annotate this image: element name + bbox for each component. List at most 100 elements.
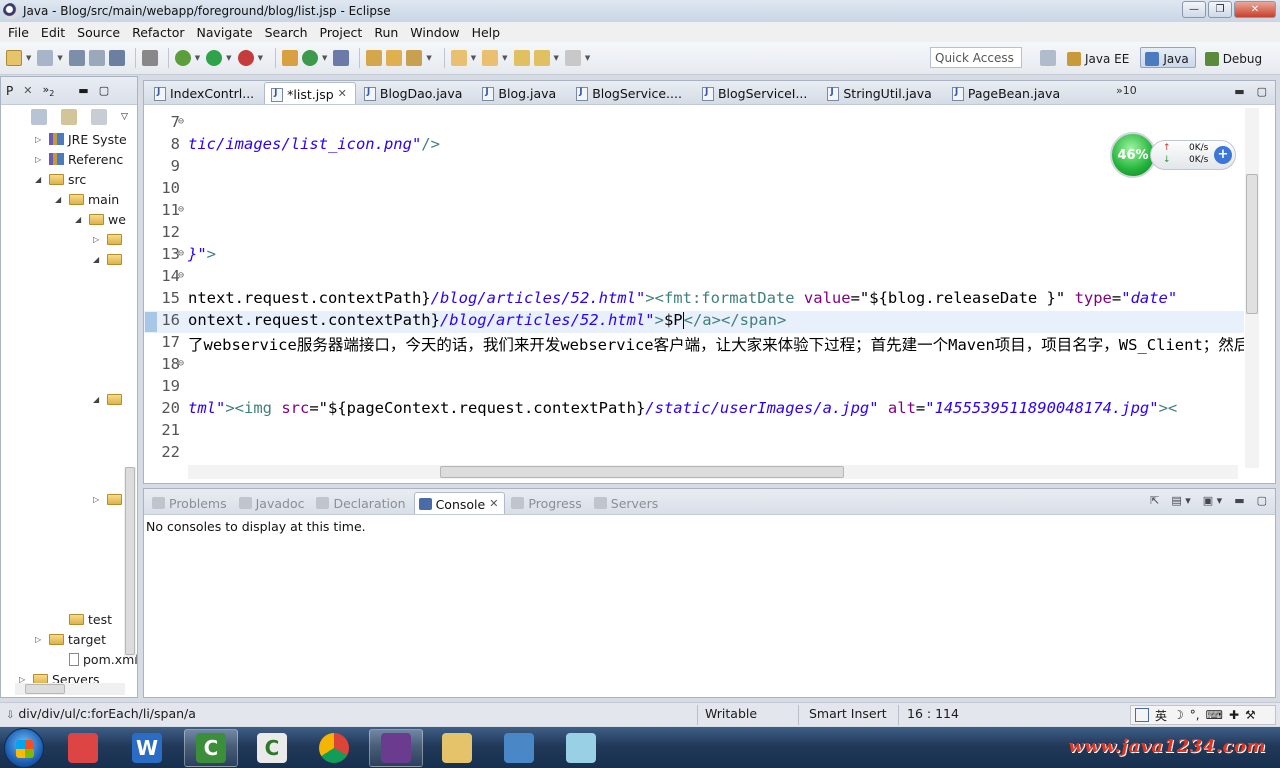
perspective-java-ee[interactable]: Java EE bbox=[1062, 47, 1136, 68]
ime-icon[interactable] bbox=[1135, 708, 1149, 722]
expand-icon[interactable]: ◢ bbox=[35, 175, 45, 184]
restore-button[interactable]: ❐ bbox=[1208, 1, 1232, 18]
open-resource-icon[interactable] bbox=[386, 50, 403, 66]
editor-tab[interactable]: BlogService.... bbox=[570, 82, 690, 104]
skip-breakpoints-icon[interactable] bbox=[141, 50, 158, 66]
ime-button[interactable]: ⌨ bbox=[1206, 708, 1223, 722]
open-perspective-icon[interactable] bbox=[1040, 49, 1056, 66]
menu-edit[interactable]: Edit bbox=[37, 25, 73, 40]
editor-tab[interactable]: IndexContrl... bbox=[148, 82, 262, 104]
code-editor[interactable]: 7 ⊖ 8 tic/images/list_icon.png"/> 9 10 11 ⊖ 12 13… bbox=[144, 106, 1244, 468]
tree-item[interactable]: ◢ bbox=[93, 249, 126, 269]
tree-item[interactable]: test bbox=[55, 609, 112, 629]
editor-tab[interactable]: BlogServiceI... bbox=[696, 82, 815, 104]
menu-refactor[interactable]: Refactor bbox=[128, 25, 192, 40]
start-button[interactable] bbox=[4, 728, 44, 768]
ime-button[interactable]: ☽ bbox=[1173, 708, 1184, 722]
forward-icon[interactable] bbox=[564, 50, 581, 66]
view-tab-progress[interactable]: Progress bbox=[507, 492, 587, 514]
menu-source[interactable]: Source bbox=[73, 25, 128, 40]
tool-app[interactable] bbox=[554, 729, 608, 767]
package-explorer-tab[interactable]: P bbox=[6, 84, 13, 98]
search-icon[interactable] bbox=[406, 50, 423, 66]
run-icon[interactable] bbox=[206, 50, 223, 66]
minimize-button[interactable]: — bbox=[1182, 1, 1206, 18]
color-app[interactable] bbox=[56, 729, 110, 767]
link-editor-icon[interactable] bbox=[61, 109, 77, 125]
fold-icon[interactable]: ⊖ bbox=[178, 248, 184, 259]
menu-file[interactable]: File bbox=[4, 25, 37, 40]
minimize-icon[interactable]: ▬ bbox=[1234, 85, 1244, 98]
tree-item[interactable]: ▷ bbox=[93, 229, 126, 249]
view-tab-javadoc[interactable]: Javadoc bbox=[235, 492, 311, 514]
network-speed-widget[interactable]: 46% ↑ 0K/s ↓ 0K/s + bbox=[1110, 132, 1238, 178]
tree-item[interactable]: ▷ JRE Syste bbox=[35, 129, 127, 149]
pin-console-icon[interactable]: ⇱ bbox=[1150, 494, 1159, 507]
breadcrumb[interactable]: ⇩ div/div/ul/c:forEach/li/span/a bbox=[6, 706, 196, 721]
editor-tab[interactable]: BlogDao.java bbox=[358, 82, 471, 104]
tree-item[interactable]: ▷ Referenc bbox=[35, 149, 123, 169]
fold-icon[interactable]: ⊖ bbox=[178, 270, 184, 281]
last-edit-icon[interactable] bbox=[513, 50, 530, 66]
ime-button[interactable]: ✚ bbox=[1229, 708, 1239, 722]
mysql-app[interactable] bbox=[492, 729, 546, 767]
expand-icon[interactable]: ◢ bbox=[93, 255, 103, 264]
expand-icon[interactable]: ▷ bbox=[35, 635, 45, 644]
maximize-icon[interactable]: ▢ bbox=[1257, 494, 1267, 507]
camtasia-recorder-app[interactable]: C bbox=[245, 729, 299, 767]
save-all-icon[interactable] bbox=[88, 50, 105, 66]
ime-button[interactable]: 英 bbox=[1155, 707, 1167, 724]
ime-button[interactable]: °, bbox=[1190, 708, 1200, 722]
word-app[interactable]: W bbox=[120, 729, 174, 767]
menu-search[interactable]: Search bbox=[261, 25, 316, 40]
expand-icon[interactable]: ◢ bbox=[55, 195, 65, 204]
editor-horizontal-scrollbar[interactable] bbox=[188, 465, 1238, 479]
open-type-icon[interactable] bbox=[366, 50, 383, 66]
debug-icon[interactable] bbox=[174, 50, 191, 66]
eclipse-app[interactable] bbox=[369, 729, 423, 767]
save-icon[interactable] bbox=[68, 50, 85, 66]
new-package-icon[interactable] bbox=[281, 50, 298, 66]
next-annotation-icon[interactable] bbox=[450, 50, 467, 66]
tree-item[interactable]: ◢ main bbox=[55, 189, 119, 209]
tree-horizontal-scrollbar[interactable] bbox=[15, 683, 125, 695]
minimize-icon[interactable]: ▬ bbox=[78, 84, 88, 97]
display-console-icon[interactable]: ▤ ▾ bbox=[1171, 494, 1190, 507]
editor-tab[interactable]: StringUtil.java bbox=[821, 82, 939, 104]
chrome-app[interactable] bbox=[307, 729, 361, 767]
perspective-debug[interactable]: Debug bbox=[1200, 47, 1269, 68]
new-icon[interactable] bbox=[6, 50, 22, 66]
open-icon[interactable] bbox=[37, 50, 54, 66]
editor-tab[interactable]: Blog.java bbox=[476, 82, 564, 104]
fold-icon[interactable]: ⊖ bbox=[178, 204, 184, 215]
view-tab-problems[interactable]: Problems bbox=[148, 492, 233, 514]
tree-item[interactable]: ▷ bbox=[93, 489, 126, 509]
menu-project[interactable]: Project bbox=[316, 25, 371, 40]
new-web-icon[interactable] bbox=[333, 50, 350, 66]
expand-icon[interactable]: ◢ bbox=[93, 395, 103, 404]
tab-overflow-button[interactable]: »10 bbox=[1116, 84, 1137, 97]
ime-toolbar[interactable]: 英 ☽ °, ⌨ ✚ ⚒ bbox=[1130, 705, 1276, 725]
menu-help[interactable]: Help bbox=[468, 25, 509, 40]
expand-icon[interactable]: ▷ bbox=[35, 155, 45, 164]
print-icon[interactable] bbox=[108, 50, 125, 66]
view-overflow-icon[interactable]: »2 bbox=[42, 83, 54, 98]
fold-icon[interactable]: ⊖ bbox=[178, 116, 184, 127]
close-icon[interactable]: ✕ bbox=[23, 84, 32, 97]
tree-item[interactable]: ◢ src bbox=[35, 169, 86, 189]
minimize-icon[interactable]: ▬ bbox=[1234, 494, 1244, 507]
plus-icon[interactable]: + bbox=[1214, 146, 1232, 164]
camtasia-app[interactable]: C bbox=[184, 729, 238, 767]
collapse-all-icon[interactable] bbox=[31, 109, 47, 125]
view-tab-declaration[interactable]: Declaration bbox=[312, 492, 411, 514]
run-last-tool-icon[interactable] bbox=[237, 50, 254, 66]
explorer-app[interactable] bbox=[430, 729, 484, 767]
close-tab-icon[interactable]: ✕ bbox=[489, 497, 498, 510]
tree-item[interactable]: ◢ bbox=[93, 389, 126, 409]
tree-vertical-scrollbar[interactable] bbox=[124, 467, 136, 657]
menu-run[interactable]: Run bbox=[370, 25, 406, 40]
close-window-button[interactable]: ✕ bbox=[1234, 1, 1276, 18]
editor-tab[interactable]: *list.jsp✕ bbox=[264, 82, 356, 104]
quick-access-input[interactable]: Quick Access bbox=[930, 47, 1022, 68]
new-class-icon[interactable] bbox=[301, 50, 318, 66]
